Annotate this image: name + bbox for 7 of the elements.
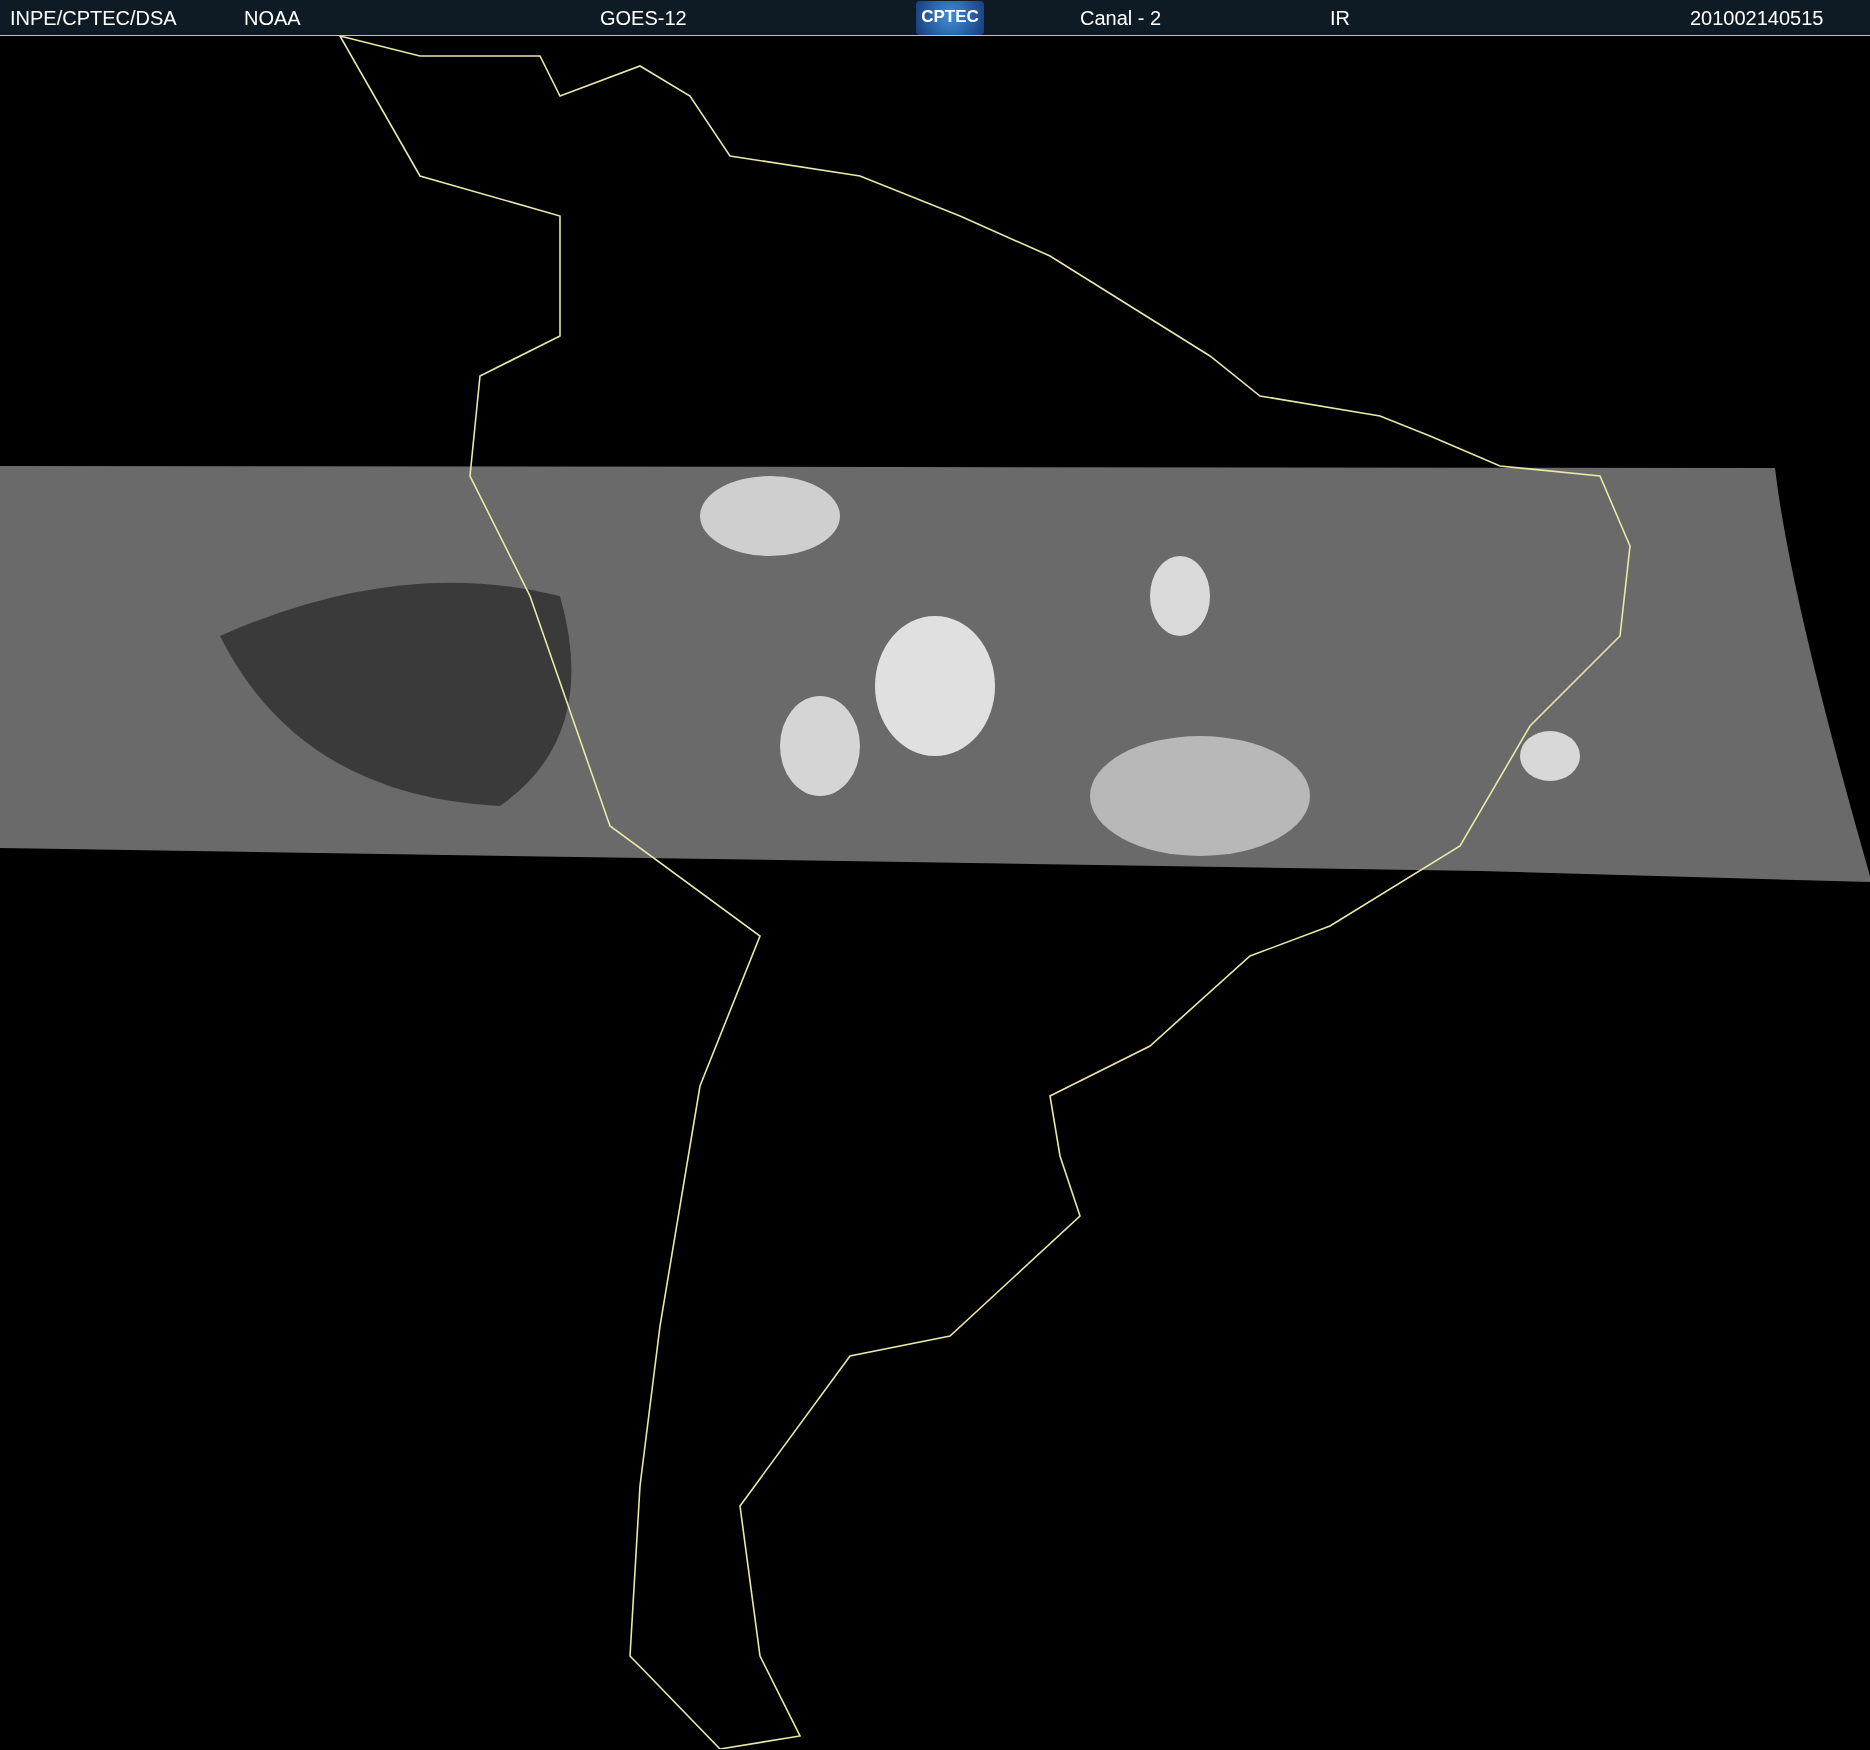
agency-label: NOAA — [244, 6, 301, 30]
channel-label: Canal - 2 — [1080, 6, 1162, 30]
timestamp-label: 201002140515 — [1690, 6, 1824, 30]
logo: CPTEC — [916, 1, 984, 35]
satellite-label: GOES-12 — [600, 6, 687, 30]
source-label: INPE/CPTEC/DSA — [10, 6, 177, 30]
band-label: IR — [1330, 6, 1350, 30]
